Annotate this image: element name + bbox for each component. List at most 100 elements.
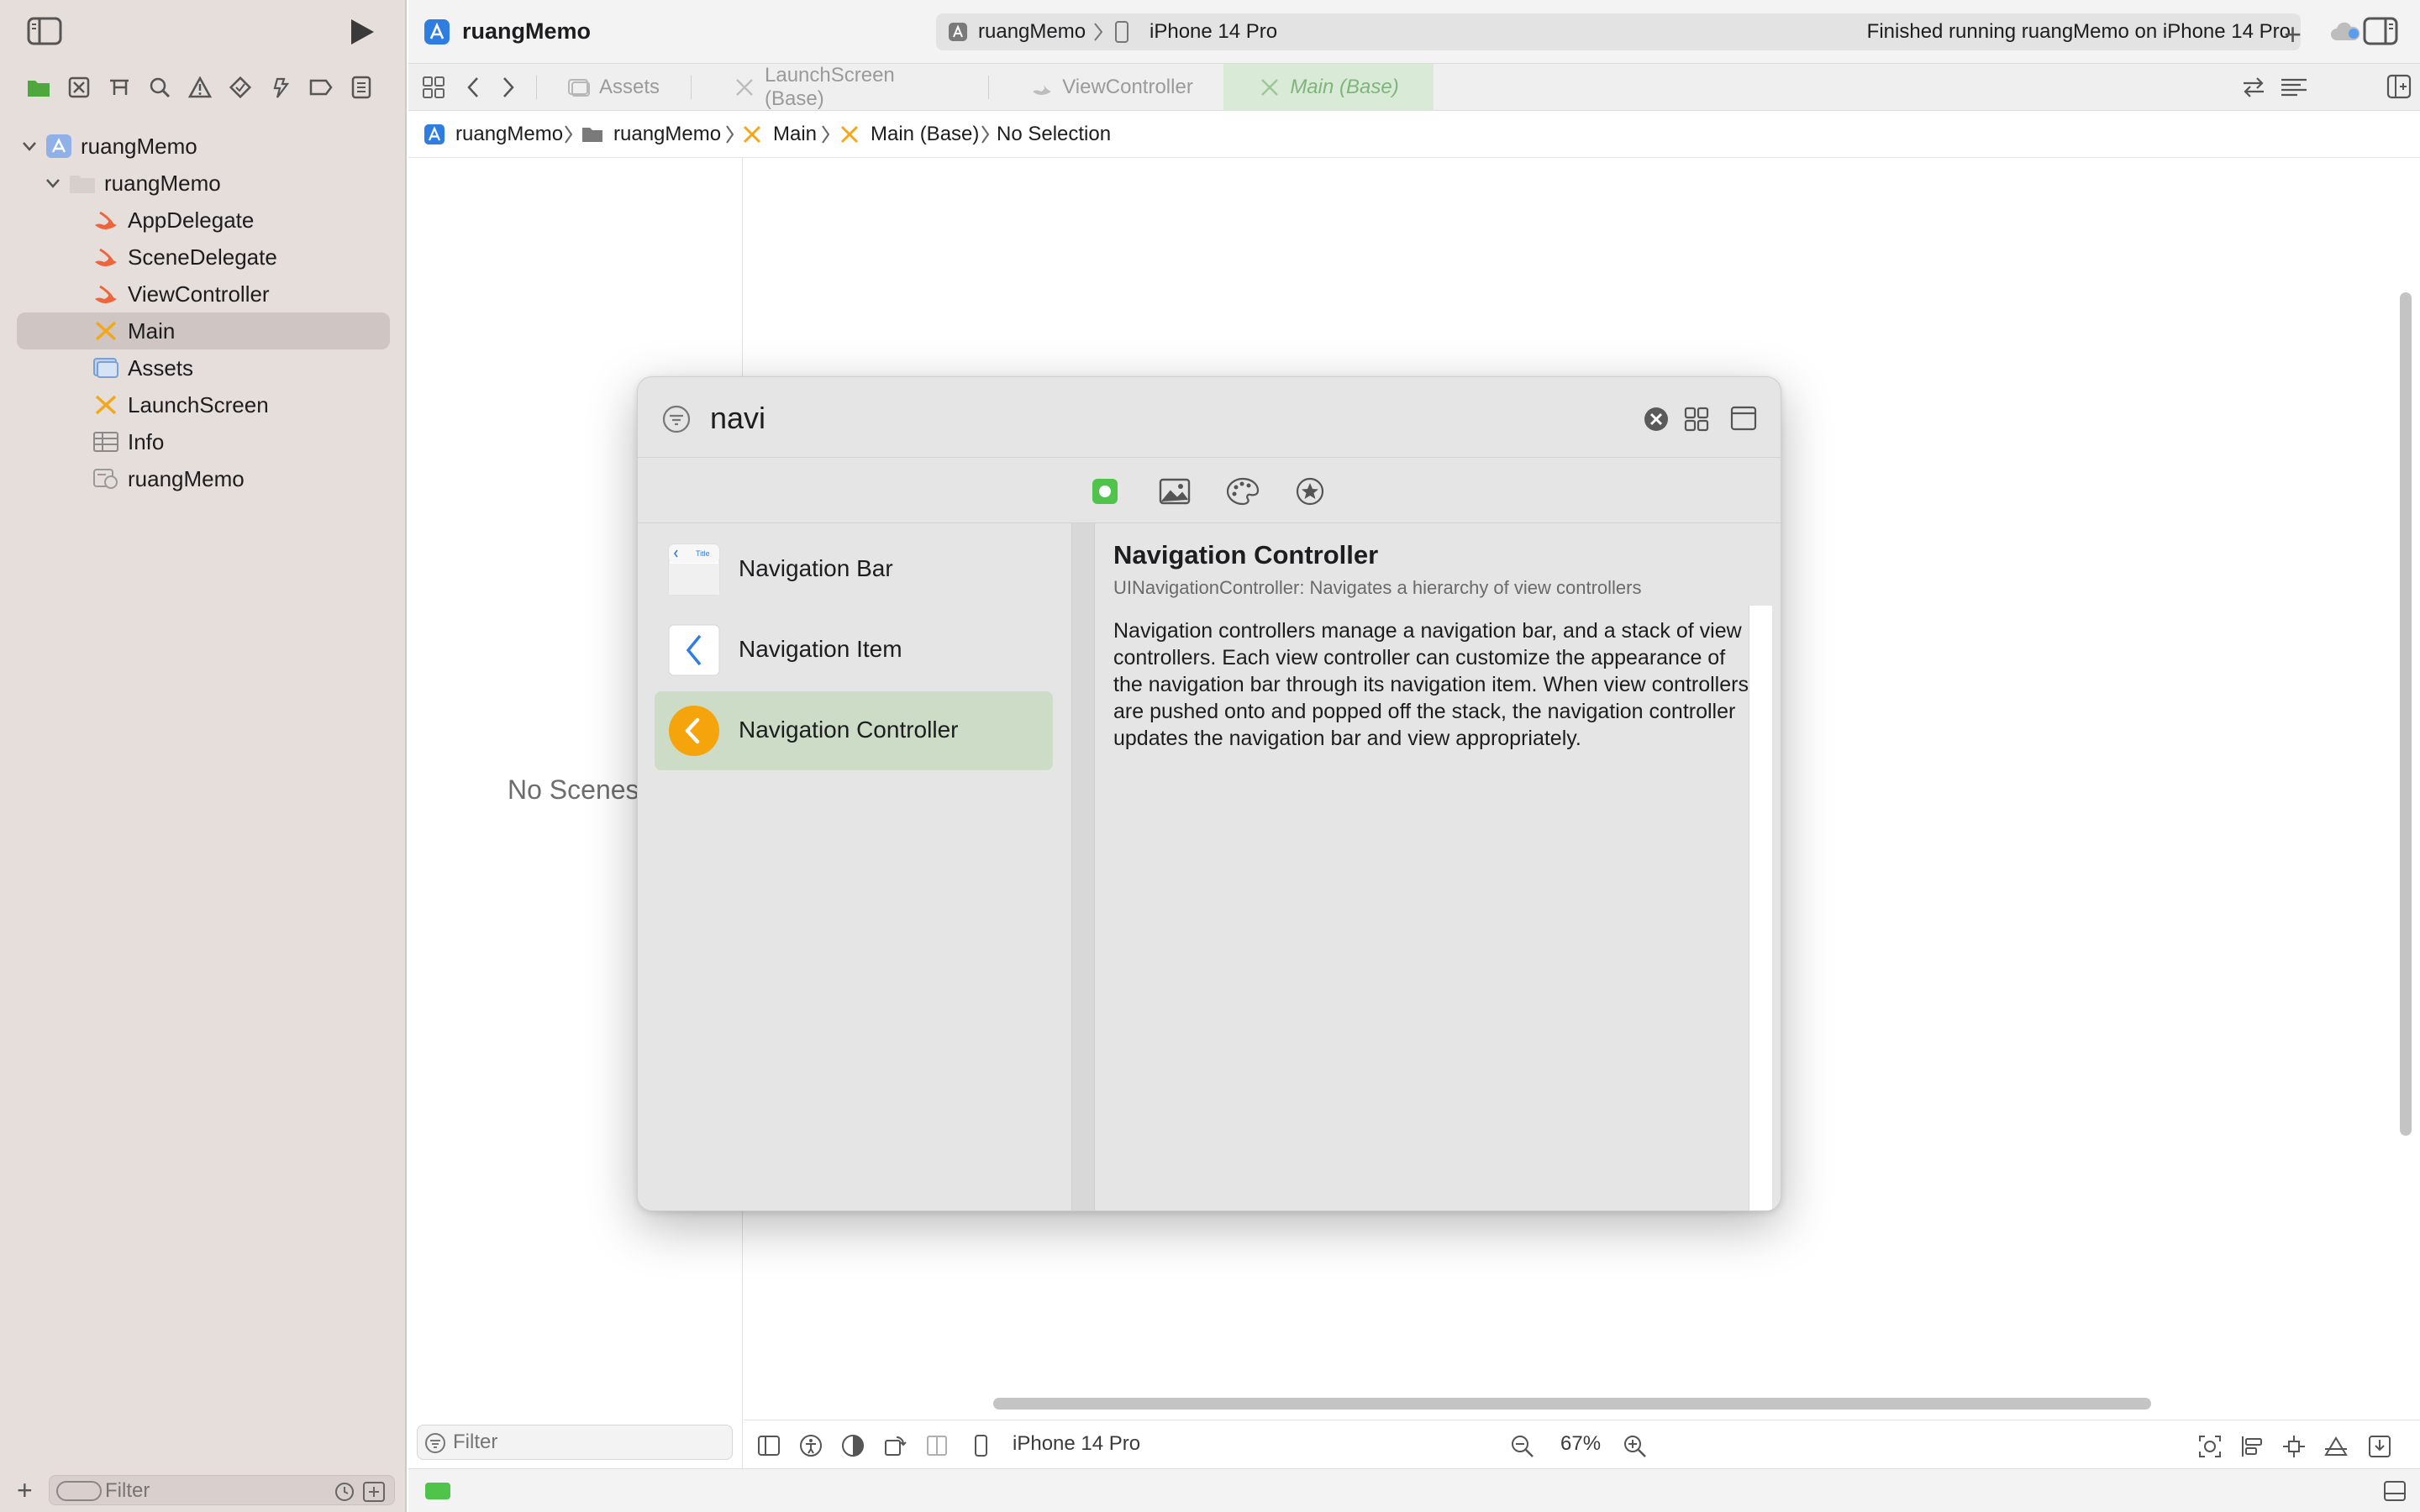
chevron-right-icon [980, 123, 990, 146]
media-category-icon[interactable] [1159, 476, 1191, 507]
breadcrumb-item-folder[interactable]: ruangMemo [581, 123, 721, 146]
canvas-device-label[interactable]: iPhone 14 Pro [1013, 1432, 1140, 1456]
inspector-toggle-icon[interactable] [2363, 17, 2398, 45]
run-play-icon[interactable] [348, 17, 376, 47]
zoom-level[interactable]: 67% [1560, 1432, 1601, 1456]
sidebar-toggle-icon[interactable] [27, 17, 62, 45]
source-control-icon[interactable] [66, 74, 92, 101]
report-navigator-icon[interactable] [348, 74, 375, 101]
disclosure-down-icon[interactable] [20, 137, 39, 155]
folder-navigator-icon[interactable] [25, 74, 52, 101]
zoom-out-icon[interactable] [1510, 1434, 1534, 1457]
embed-in-icon[interactable] [2367, 1434, 2391, 1457]
tree-item-file[interactable]: AppDelegate [0, 202, 407, 239]
scheme-project[interactable]: ruangMemo [978, 20, 1086, 44]
navigation-item-icon [668, 624, 720, 676]
scheme-app-icon [948, 22, 968, 42]
tree-item-file[interactable]: Assets [0, 349, 407, 386]
library-plus-button[interactable]: + [2284, 17, 2302, 52]
colors-category-icon[interactable] [1226, 476, 1260, 507]
tree-item-project[interactable]: ruangMemo [0, 128, 407, 165]
debug-navigator-icon[interactable] [267, 74, 294, 101]
detail-description: Navigation controllers manage a navigati… [1113, 619, 1749, 750]
navigator-filter-field[interactable] [49, 1475, 395, 1505]
tree-item-label: ruangMemo [128, 465, 245, 491]
tree-item-folder[interactable]: ruangMemo [0, 165, 407, 202]
horizontal-scrollbar[interactable] [993, 1398, 2151, 1410]
tab-assets[interactable]: Assets [551, 64, 676, 111]
editor-options-icon[interactable] [2279, 76, 2309, 99]
appearance-icon[interactable] [841, 1434, 865, 1457]
scheme-activity-bar[interactable]: ruangMemo iPhone 14 Pro Finished running… [936, 13, 2301, 50]
tree-item-file[interactable]: SceneDelegate [0, 239, 407, 276]
library-item-navigation-bar[interactable]: Title Navigation Bar [655, 530, 1053, 609]
vertical-scrollbar[interactable] [2400, 292, 2412, 1136]
tree-item-file[interactable]: LaunchScreen [0, 386, 407, 423]
breadcrumb-label: ruangMemo [455, 123, 564, 145]
find-navigator-icon[interactable] [146, 74, 173, 101]
add-constraints-icon[interactable] [2281, 1434, 2305, 1457]
zoom-in-icon[interactable] [1623, 1434, 1646, 1457]
accessibility-icon[interactable] [799, 1434, 823, 1457]
breadcrumb-item-selection[interactable]: No Selection [997, 123, 1111, 146]
symbol-navigator-icon[interactable] [106, 74, 133, 101]
debug-area-toggle-icon[interactable] [2383, 1479, 2407, 1503]
tree-item-file[interactable]: ViewController [0, 276, 407, 312]
storyboard-icon [733, 77, 756, 97]
breadcrumb-item-main-base[interactable]: Main (Base) [839, 123, 979, 146]
tab-main-base[interactable]: Main (Base) [1223, 64, 1434, 111]
detail-scrollbar-track[interactable] [1749, 606, 1772, 1210]
outline-filter-input[interactable] [453, 1430, 722, 1455]
tree-item-file[interactable]: ruangMemo [0, 460, 407, 497]
breakpoint-navigator-icon[interactable] [308, 74, 334, 101]
project-title: ruangMemo [462, 18, 592, 44]
navigator-filter-input[interactable] [105, 1478, 340, 1504]
orientation-icon[interactable] [883, 1434, 907, 1457]
add-editor-icon[interactable] [2386, 74, 2412, 99]
update-frames-icon[interactable] [2197, 1434, 2221, 1457]
tree-item-label: SceneDelegate [128, 244, 277, 270]
breadcrumb-item-main[interactable]: Main [741, 123, 817, 146]
outline-filter-field[interactable] [417, 1425, 733, 1460]
resolve-issues-icon[interactable] [2323, 1434, 2348, 1457]
issue-navigator-icon[interactable] [187, 74, 213, 101]
breadcrumb-item-project[interactable]: ruangMemo [424, 123, 563, 146]
source-control-filter-icon[interactable] [362, 1481, 386, 1503]
chevron-right-icon[interactable] [501, 76, 516, 99]
chevron-left-icon[interactable] [466, 76, 481, 99]
breadcrumb-label: ruangMemo [613, 123, 722, 145]
cloud-status-icon[interactable] [2329, 20, 2361, 44]
outline-toggle-icon[interactable] [757, 1434, 781, 1457]
canvas-bottom-bar: iPhone 14 Pro 67% [744, 1420, 2420, 1468]
library-item-navigation-item[interactable]: Navigation Item [655, 611, 1053, 690]
tab-separator [988, 76, 989, 99]
tab-viewcontroller[interactable]: ViewController [1023, 64, 1200, 111]
grid-view-icon[interactable] [1683, 406, 1710, 433]
scheme-device[interactable]: iPhone 14 Pro [1150, 20, 1277, 44]
chevron-right-icon [563, 123, 573, 146]
library-item-navigation-controller[interactable]: Navigation Controller [655, 691, 1053, 770]
tab-label: ViewController [1062, 76, 1193, 98]
clear-search-icon[interactable] [1643, 406, 1670, 433]
sidebar-toolbar [0, 0, 407, 64]
detail-panel-icon[interactable] [1730, 406, 1757, 431]
library-search-input[interactable] [710, 399, 1550, 438]
split-view-icon[interactable] [925, 1434, 949, 1457]
disclosure-down-icon[interactable] [44, 174, 62, 192]
filter-options-icon[interactable] [56, 1481, 102, 1501]
add-file-button[interactable]: + [17, 1477, 33, 1504]
tree-item-file[interactable]: Info [0, 423, 407, 460]
related-items-icon[interactable] [422, 76, 445, 99]
tree-item-file-selected[interactable]: Main [17, 312, 390, 349]
objects-category-icon[interactable] [1090, 476, 1120, 507]
swap-arrows-icon[interactable] [2240, 76, 2267, 99]
library-pane-divider[interactable] [1071, 523, 1095, 1210]
favorites-category-icon[interactable] [1295, 476, 1325, 507]
device-iphone-icon[interactable] [969, 1434, 992, 1457]
test-navigator-icon[interactable] [227, 74, 254, 101]
tab-label: Main (Base) [1290, 76, 1399, 98]
recent-files-icon[interactable] [334, 1481, 355, 1503]
tab-launchscreen[interactable]: LaunchScreen (Base) [733, 64, 951, 111]
align-icon[interactable] [2239, 1434, 2263, 1457]
detail-title: Navigation Controller [1113, 540, 1379, 570]
